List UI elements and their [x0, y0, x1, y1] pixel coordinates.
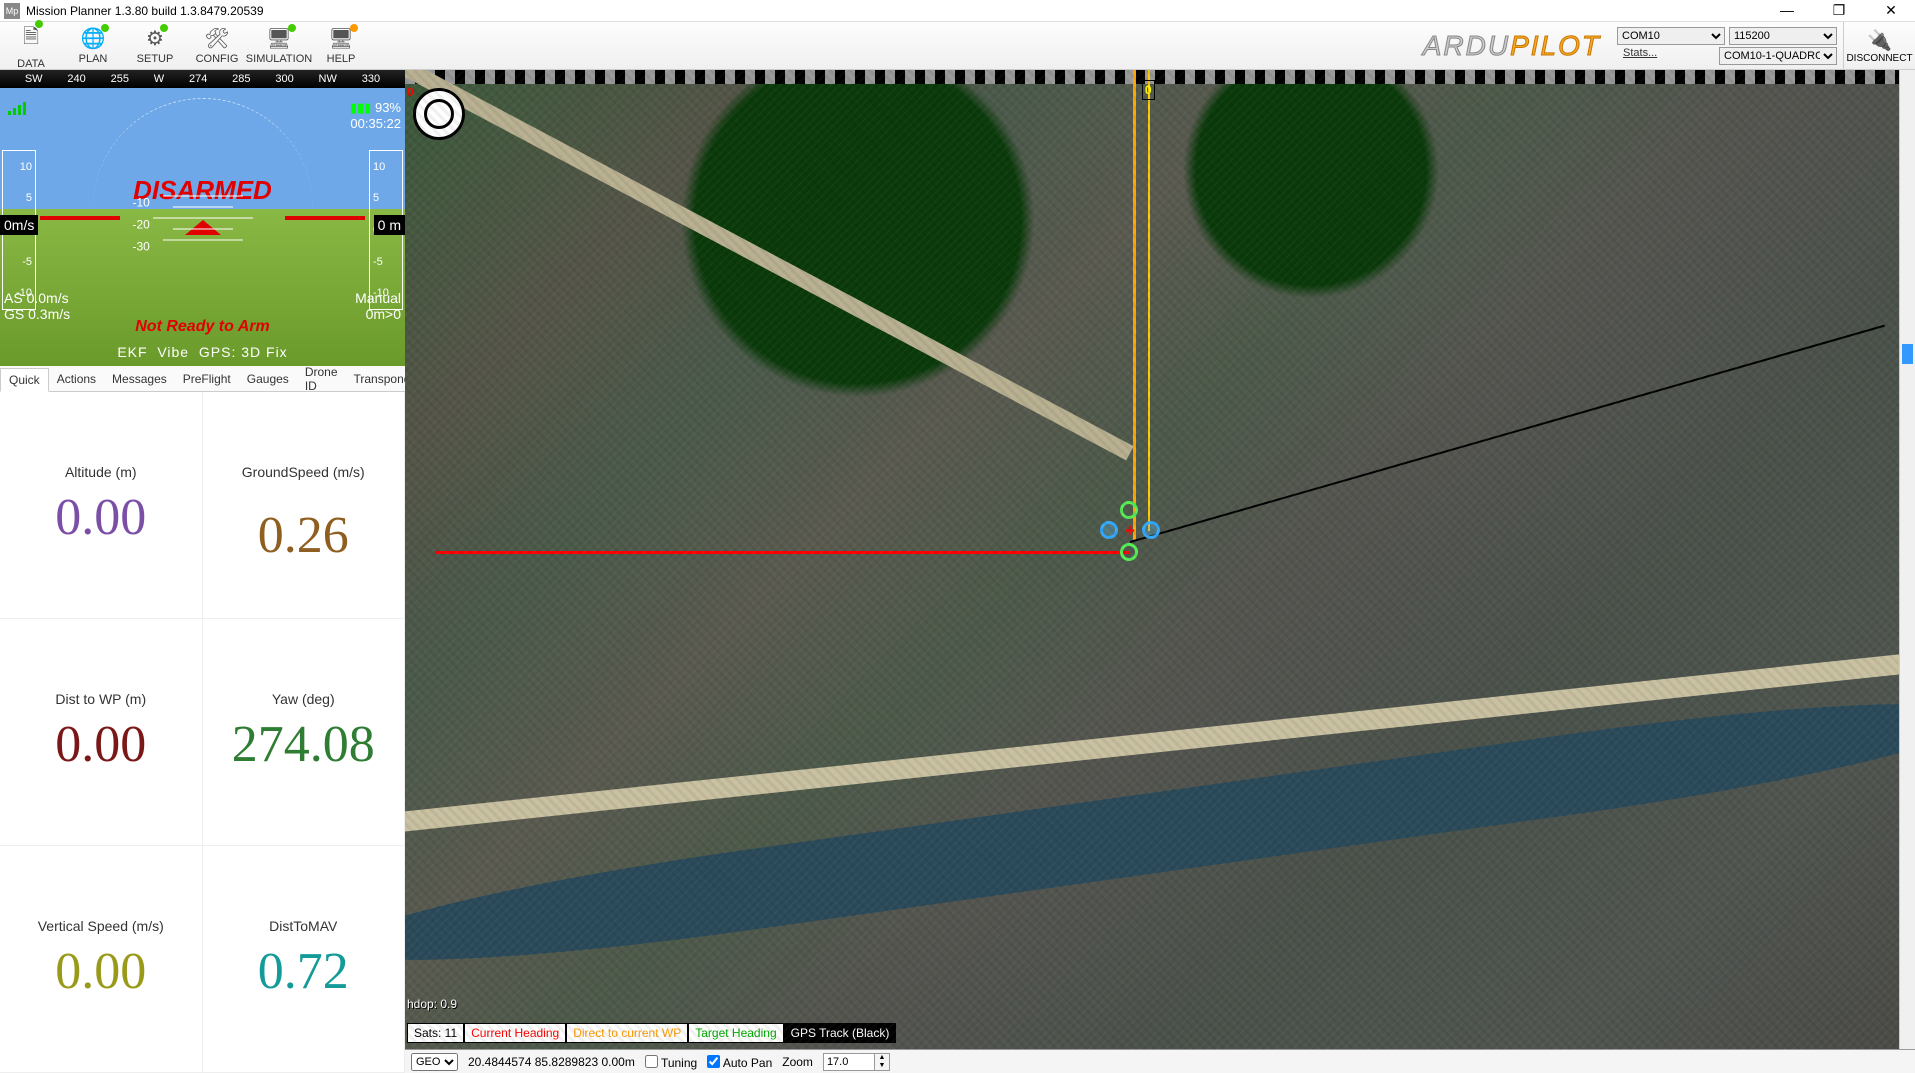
- direct-wp-line-2: [1148, 70, 1150, 531]
- tuning-checkbox[interactable]: [645, 1055, 658, 1068]
- quick-altitude[interactable]: Altitude (m)0.00: [0, 392, 203, 619]
- close-button[interactable]: ✕: [1871, 2, 1911, 19]
- autopan-checkbox[interactable]: [707, 1055, 720, 1068]
- ardupilot-logo: ARDUPILOT: [1423, 30, 1601, 62]
- map-river: [405, 677, 1915, 987]
- map-legend: Sats: 11 Current Heading Direct to curre…: [407, 1023, 896, 1043]
- help-tab-button[interactable]: 🖥HELP: [310, 22, 372, 70]
- current-heading-line: [435, 551, 1130, 554]
- vehicle-select[interactable]: COM10-1-QUADROTOR: [1719, 47, 1837, 65]
- legend-current-heading: Current Heading: [464, 1023, 566, 1043]
- config-tab-button[interactable]: 🛠CONFIG: [186, 22, 248, 70]
- data-tab-button[interactable]: 🗎DATA: [0, 22, 62, 70]
- north-indicator-icon: [413, 88, 465, 140]
- tab-gauges[interactable]: Gauges: [239, 368, 297, 390]
- autopan-checkbox-label[interactable]: Auto Pan: [707, 1054, 772, 1070]
- setup-tab-button[interactable]: ⚙SETUP: [124, 22, 186, 70]
- wrench-icon: 🛠: [204, 26, 229, 51]
- map-scale-ruler: [405, 70, 1915, 84]
- stats-link[interactable]: Stats...: [1623, 47, 1657, 65]
- direct-wp-line: [1133, 70, 1136, 541]
- tab-quick[interactable]: Quick: [0, 368, 49, 392]
- maximize-button[interactable]: ❐: [1819, 2, 1859, 19]
- window-title: Mission Planner 1.3.80 build 1.3.8479.20…: [26, 4, 1767, 18]
- signal-icon: [8, 102, 26, 115]
- baud-rate-select[interactable]: 115200: [1729, 27, 1837, 45]
- gps-track-line: [1130, 325, 1885, 543]
- help-icon: 🖥: [328, 26, 353, 51]
- quick-vspeed[interactable]: Vertical Speed (m/s)0.00: [0, 846, 203, 1073]
- tab-actions[interactable]: Actions: [49, 368, 104, 390]
- legend-sats: Sats: 11: [407, 1023, 464, 1043]
- map-footer-bar: GEO 20.4844574 85.8289823 0.00m Tuning A…: [405, 1049, 1915, 1073]
- pitch-ladder: -10 -20 -30: [103, 186, 303, 251]
- data-icon: 🗎: [23, 22, 39, 56]
- monitor-icon: 🖥: [266, 26, 291, 51]
- tab-messages[interactable]: Messages: [104, 368, 175, 390]
- hud-battery: ▮▮▮ 93%00:35:22: [350, 100, 401, 131]
- gears-icon: ⚙: [146, 26, 164, 51]
- coord-system-select[interactable]: GEO: [411, 1053, 458, 1071]
- arm-status-text: Not Ready to Arm: [0, 318, 405, 336]
- gps-status[interactable]: GPS: 3D Fix: [199, 344, 288, 360]
- zoom-up-button[interactable]: ▲: [875, 1054, 889, 1062]
- zoom-input[interactable]: [824, 1054, 874, 1070]
- map-road: [405, 645, 1915, 839]
- hud-display[interactable]: SW240255W274285300NW330 1050-5-10 1050-5…: [0, 70, 405, 366]
- quick-yaw[interactable]: Yaw (deg)274.08: [203, 619, 406, 846]
- waypoint-label: 0: [1142, 80, 1155, 100]
- map-status-zero: 0: [407, 85, 414, 99]
- compass-strip: SW240255W274285300NW330: [0, 70, 405, 88]
- hdop-label: hdop: 0.9: [407, 997, 457, 1011]
- plug-icon: 🔌: [1867, 28, 1892, 53]
- drone-icon[interactable]: +: [1106, 507, 1154, 555]
- legend-gps-track: GPS Track (Black): [784, 1023, 897, 1043]
- legend-target-heading: Target Heading: [688, 1023, 783, 1043]
- quick-dist-wp[interactable]: Dist to WP (m)0.00: [0, 619, 203, 846]
- info-tabs: Quick Actions Messages PreFlight Gauges …: [0, 366, 405, 392]
- quick-groundspeed[interactable]: GroundSpeed (m/s)0.26: [203, 392, 406, 619]
- app-icon: Mp: [4, 3, 20, 19]
- legend-direct-wp: Direct to current WP: [566, 1023, 688, 1043]
- hud-status-row: EKF Vibe GPS: 3D Fix: [0, 344, 405, 360]
- vibe-button[interactable]: Vibe: [157, 344, 189, 360]
- map-pane: 0 0 + hdop: 0.9 Sats: 11 Current Heading…: [405, 70, 1915, 1073]
- map-zoom-scrollbar[interactable]: [1899, 70, 1915, 1049]
- title-bar: Mp Mission Planner 1.3.80 build 1.3.8479…: [0, 0, 1915, 22]
- tuning-checkbox-label[interactable]: Tuning: [645, 1054, 697, 1070]
- com-port-select[interactable]: COM10: [1617, 27, 1725, 45]
- quick-distmav[interactable]: DistToMAV0.72: [203, 846, 406, 1073]
- globe-icon: 🌐: [81, 26, 106, 51]
- quick-panel: Altitude (m)0.00 GroundSpeed (m/s)0.26 D…: [0, 392, 405, 1073]
- map-road2: [405, 70, 1133, 460]
- zoom-spinner[interactable]: ▲▼: [823, 1053, 890, 1071]
- left-pane: SW240255W274285300NW330 1050-5-10 1050-5…: [0, 70, 405, 1073]
- zoom-label: Zoom: [782, 1055, 813, 1069]
- main-toolbar: 🗎DATA 🌐PLAN ⚙SETUP 🛠CONFIG 🖥SIMULATION 🖥…: [0, 22, 1915, 70]
- coord-readout: 20.4844574 85.8289823 0.00m: [468, 1055, 635, 1069]
- plan-tab-button[interactable]: 🌐PLAN: [62, 22, 124, 70]
- tab-preflight[interactable]: PreFlight: [175, 368, 239, 390]
- simulation-tab-button[interactable]: 🖥SIMULATION: [248, 22, 310, 70]
- map-view[interactable]: 0 0 + hdop: 0.9 Sats: 11 Current Heading…: [405, 70, 1915, 1073]
- zoom-down-button[interactable]: ▼: [875, 1062, 889, 1070]
- ekf-button[interactable]: EKF: [117, 344, 147, 360]
- disconnect-button[interactable]: 🔌 DISCONNECT: [1843, 22, 1915, 70]
- minimize-button[interactable]: —: [1767, 2, 1807, 19]
